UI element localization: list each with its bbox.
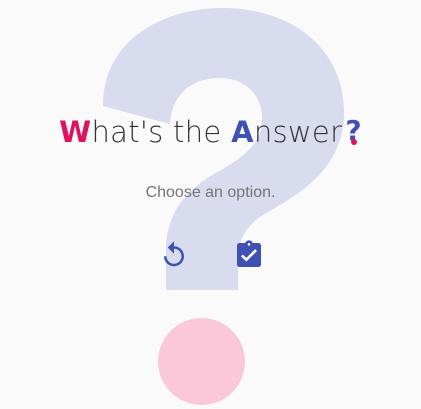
- title-second-letter: A: [231, 115, 254, 149]
- title-second-rest: nswer: [253, 115, 343, 149]
- instruction-text: Choose an option.: [145, 184, 276, 201]
- clipboard-check-icon: [237, 240, 261, 267]
- title-question-mark: ?: [345, 114, 362, 147]
- question-dot-icon: [350, 139, 357, 145]
- reset-button[interactable]: [157, 238, 191, 272]
- title-first-letter: W: [59, 115, 92, 149]
- replay-icon: [164, 241, 184, 267]
- option-circle[interactable]: [158, 318, 245, 405]
- title-first-rest: hat's the: [91, 115, 232, 149]
- page-title: What's the Answer?: [0, 114, 421, 149]
- submit-button[interactable]: [232, 238, 266, 272]
